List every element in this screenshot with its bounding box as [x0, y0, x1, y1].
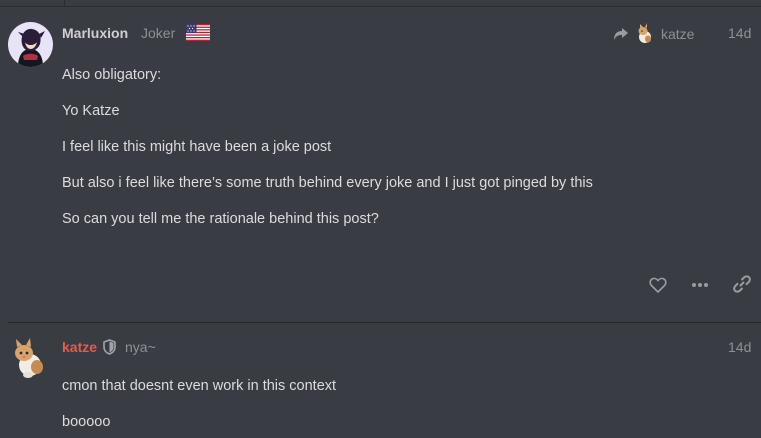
reply-to-link[interactable]: katze [613, 23, 694, 45]
more-options-button[interactable] [689, 274, 711, 296]
post-date[interactable]: 14d [728, 339, 751, 355]
timeline-tick [64, 0, 65, 7]
katze-mini-avatar-icon [638, 23, 651, 43]
us-flag-icon [186, 24, 210, 46]
topic-thread: Marluxion Joker katze 14d Also obligator… [0, 0, 761, 438]
like-button[interactable] [647, 274, 669, 296]
post-paragraph: But also i feel like there’s some truth … [62, 175, 593, 191]
post-marluxion: Marluxion Joker katze 14d Also obligator… [0, 7, 761, 322]
post-paragraph: I feel like this might have been a joke … [62, 139, 332, 155]
moderator-shield-icon [103, 339, 116, 360]
username[interactable]: Marluxion [62, 25, 128, 41]
user-avatar-icon [8, 22, 53, 67]
user-title: nya~ [125, 339, 156, 355]
avatar[interactable] [10, 337, 48, 379]
username[interactable]: katze [62, 339, 97, 355]
reply-to-username: katze [661, 26, 695, 42]
post-paragraph: booooo [62, 414, 111, 430]
post-date[interactable]: 14d [728, 25, 751, 41]
link-icon [733, 275, 751, 293]
reply-arrow-icon [614, 28, 628, 40]
user-title: Joker [141, 25, 176, 41]
post-paragraph: Yo Katze [62, 103, 120, 119]
share-link-button[interactable] [731, 273, 753, 295]
post-paragraph: Also obligatory: [62, 67, 162, 83]
post-paragraph: cmon that doesnt even work in this conte… [62, 378, 337, 394]
avatar[interactable] [8, 22, 53, 67]
post-paragraph: So can you tell me the rationale behind … [62, 211, 379, 227]
more-icon [692, 283, 708, 287]
heart-icon [649, 277, 667, 293]
cat-avatar-icon [15, 338, 43, 378]
post-katze: katze nya~ 14d cmon that doesnt even wor… [0, 323, 761, 438]
